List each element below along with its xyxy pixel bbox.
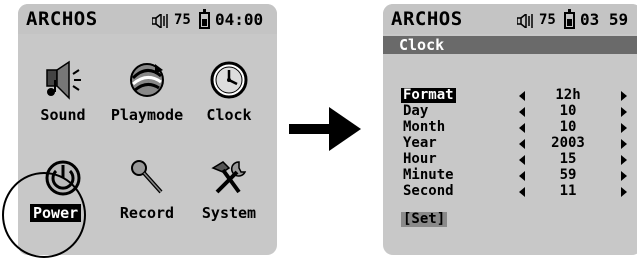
menu-label: System (201, 204, 257, 222)
page-title: Clock (399, 36, 445, 54)
left-arrow-icon[interactable] (519, 155, 525, 165)
speaker-icon (152, 14, 168, 28)
selection-highlight-ring (2, 172, 86, 258)
setting-label: Second (403, 183, 454, 199)
setting-row-second[interactable]: Second 11 (383, 184, 637, 199)
setting-label: Minute (403, 167, 454, 183)
setting-row-month[interactable]: Month 10 (383, 120, 637, 135)
menu-item-record[interactable]: Record (104, 158, 190, 240)
setting-label: Month (403, 119, 446, 135)
status-bar: ARCHOS 75 03 59 (383, 4, 637, 34)
menu-label: Record (119, 204, 175, 222)
clock-settings-screen: ARCHOS 75 03 59 Clock Format 12h Day 10 … (383, 4, 637, 255)
left-arrow-icon[interactable] (519, 171, 525, 181)
setting-value: 15 (559, 151, 577, 167)
right-arrow-icon[interactable] (621, 171, 627, 181)
setting-row-minute[interactable]: Minute 59 (383, 168, 637, 183)
setting-label: Year (403, 135, 437, 151)
menu-label: Playmode (110, 106, 184, 124)
setting-value: 59 (559, 167, 577, 183)
setting-label: Hour (403, 151, 437, 167)
right-arrow-icon (289, 107, 361, 151)
setting-value: 2003 (551, 135, 585, 151)
right-arrow-icon[interactable] (621, 107, 627, 117)
microphone-icon (131, 160, 163, 194)
left-arrow-icon[interactable] (519, 139, 525, 149)
setting-value: 10 (559, 119, 577, 135)
brand-logo: ARCHOS (391, 8, 463, 30)
right-arrow-icon[interactable] (621, 139, 627, 149)
setting-row-day[interactable]: Day 10 (383, 104, 637, 119)
tools-icon (211, 161, 247, 194)
setting-label: Format (401, 87, 456, 103)
sound-icon (46, 60, 81, 100)
left-arrow-icon[interactable] (519, 187, 525, 197)
menu-item-system[interactable]: System (186, 158, 272, 240)
setting-row-format[interactable]: Format 12h (383, 88, 637, 103)
battery-icon (564, 9, 575, 29)
battery-icon (199, 9, 210, 29)
setting-row-year[interactable]: Year 2003 (383, 136, 637, 151)
right-arrow-icon[interactable] (621, 91, 627, 101)
setting-row-hour[interactable]: Hour 15 (383, 152, 637, 167)
clock-time: 03 59 (580, 10, 629, 29)
left-arrow-icon[interactable] (519, 91, 525, 101)
setting-value: 11 (559, 183, 577, 199)
menu-item-sound[interactable]: Sound (20, 60, 106, 142)
title-bar: Clock (383, 36, 637, 54)
setting-value: 10 (559, 103, 577, 119)
status-bar: ARCHOS 75 04:00 (18, 4, 277, 34)
clock-time: 04:00 (215, 10, 264, 29)
right-arrow-icon[interactable] (621, 187, 627, 197)
right-arrow-icon[interactable] (621, 123, 627, 133)
playmode-icon (130, 63, 164, 97)
left-arrow-icon[interactable] (519, 123, 525, 133)
setting-label: Day (403, 103, 429, 119)
volume-level: 75 (174, 12, 191, 28)
speaker-icon (517, 14, 533, 28)
left-arrow-icon[interactable] (519, 107, 525, 117)
right-arrow-icon[interactable] (621, 155, 627, 165)
set-button[interactable]: [Set] (401, 212, 448, 227)
clock-icon (210, 61, 248, 99)
menu-item-playmode[interactable]: Playmode (104, 60, 190, 142)
setting-value: 12h (555, 87, 581, 103)
volume-level: 75 (539, 12, 556, 28)
brand-logo: ARCHOS (26, 8, 98, 30)
menu-label: Clock (206, 106, 252, 124)
menu-item-clock[interactable]: Clock (186, 60, 272, 142)
menu-label: Sound (40, 106, 86, 124)
